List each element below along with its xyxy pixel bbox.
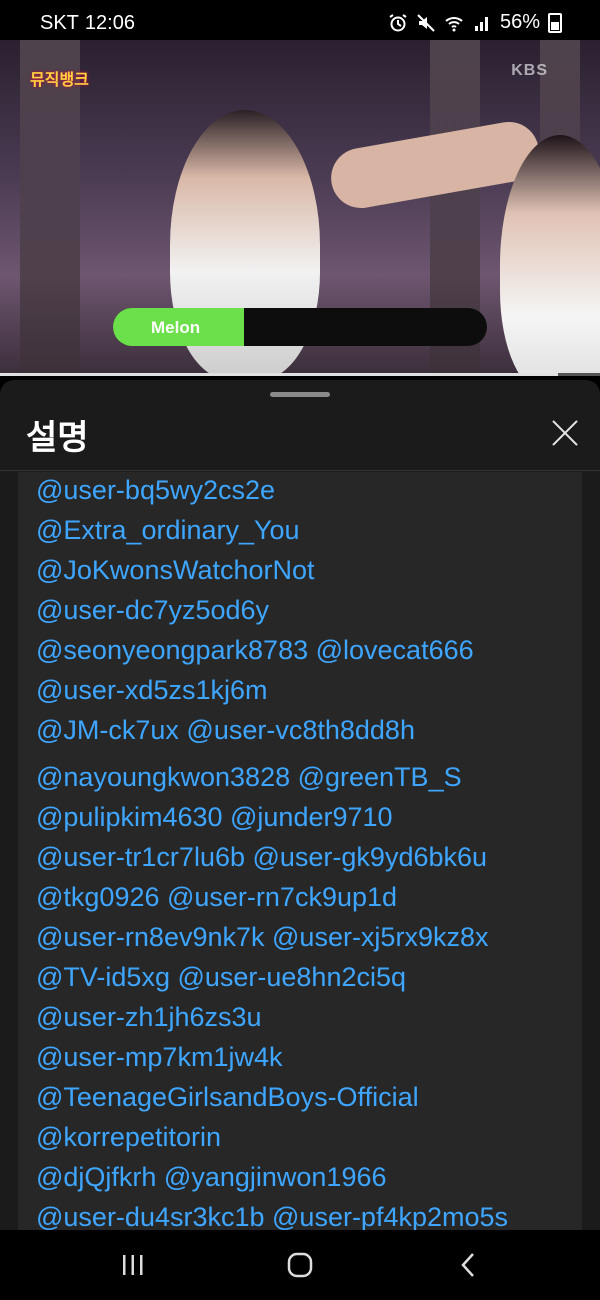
channel-watermark: KBS [511,62,548,79]
back-button[interactable] [448,1248,488,1282]
clock: 12:06 [84,12,135,34]
status-right: 56% [388,11,562,34]
stage-pillar [20,40,80,376]
mention-link[interactable]: @user-rn8ev9nk7k @user-xj5rx9kz8x [18,917,582,957]
mention-link[interactable]: @user-bq5wy2cs2e [18,472,582,510]
mention-link[interactable]: @Extra_ordinary_You [18,510,582,550]
mention-link[interactable]: @user-dc7yz5od6y [18,590,582,630]
mute-icon [417,13,435,32]
video-player[interactable]: 뮤직뱅크 KBS Melon [0,40,600,376]
recent-apps-button[interactable] [113,1248,153,1282]
recent-apps-icon [123,1255,143,1275]
close-icon[interactable] [552,420,578,446]
alarm-icon [389,13,407,31]
mention-link[interactable]: @tkg0926 @user-rn7ck9up1d [18,877,582,917]
mention-link[interactable]: @TeenageGirlsandBoys-Official [18,1077,582,1117]
wifi-icon [445,16,463,31]
melon-vote-label: Melon [151,318,201,337]
drag-handle[interactable] [270,392,330,397]
mentions-group: @user-bq5wy2cs2e @Extra_ordinary_You @JoKw… [18,472,582,750]
description-sheet: 설명 @user-bq5wy2cs2e @Extra_ordinary_You @J… [0,380,600,1230]
sheet-title: 설명 [26,419,89,457]
mention-link[interactable]: @user-tr1cr7lu6b @user-gk9yd6bk6u [18,837,582,877]
navigation-bar [0,1230,600,1300]
mention-link[interactable]: @seonyeongpark8783 @lovecat666 [18,630,582,670]
carrier-label: SKT [40,12,79,34]
mention-link[interactable]: @nayoungkwon3828 @greenTB_S [18,757,582,797]
mention-link[interactable]: @JoKwonsWatchorNot [18,550,582,590]
video-progress-bar[interactable] [0,373,600,376]
signal-icon [474,16,488,31]
divider [0,470,600,471]
status-left: SKT 12:06 [40,12,135,35]
melon-vote-bar: Melon [113,308,487,346]
description-body[interactable]: @user-bq5wy2cs2e @Extra_ordinary_You @JoKw… [18,472,582,1230]
mention-link[interactable]: @user-mp7km1jw4k [18,1037,582,1077]
status-bar: SKT 12:06 56% [0,0,600,40]
mentions-group: @nayoungkwon3828 @greenTB_S @pulipkim4630… [18,757,582,1230]
mention-link[interactable]: @korrepetitorin [18,1117,582,1157]
mention-link[interactable]: @user-zh1jh6zs3u [18,997,582,1037]
mention-link[interactable]: @pulipkim4630 @junder9710 [18,797,582,837]
mention-link[interactable]: @djQjfkrh @yangjinwon1966 [18,1157,582,1197]
video-progress-fill [0,373,558,376]
home-button[interactable] [280,1248,320,1282]
battery-icon [548,12,562,33]
mention-link[interactable]: @JM-ck7ux @user-vc8th8dd8h [18,710,582,750]
mention-link[interactable]: @user-du4sr3kc1b @user-pf4kp2mo5s [18,1197,582,1230]
battery-percent: 56% [499,11,540,33]
mention-link[interactable]: @TV-id5xg @user-ue8hn2ci5q [18,957,582,997]
mention-link[interactable]: @user-xd5zs1kj6m [18,670,582,710]
home-icon [287,1252,313,1278]
show-logo: 뮤직뱅크 [30,72,89,89]
back-icon [461,1253,474,1277]
